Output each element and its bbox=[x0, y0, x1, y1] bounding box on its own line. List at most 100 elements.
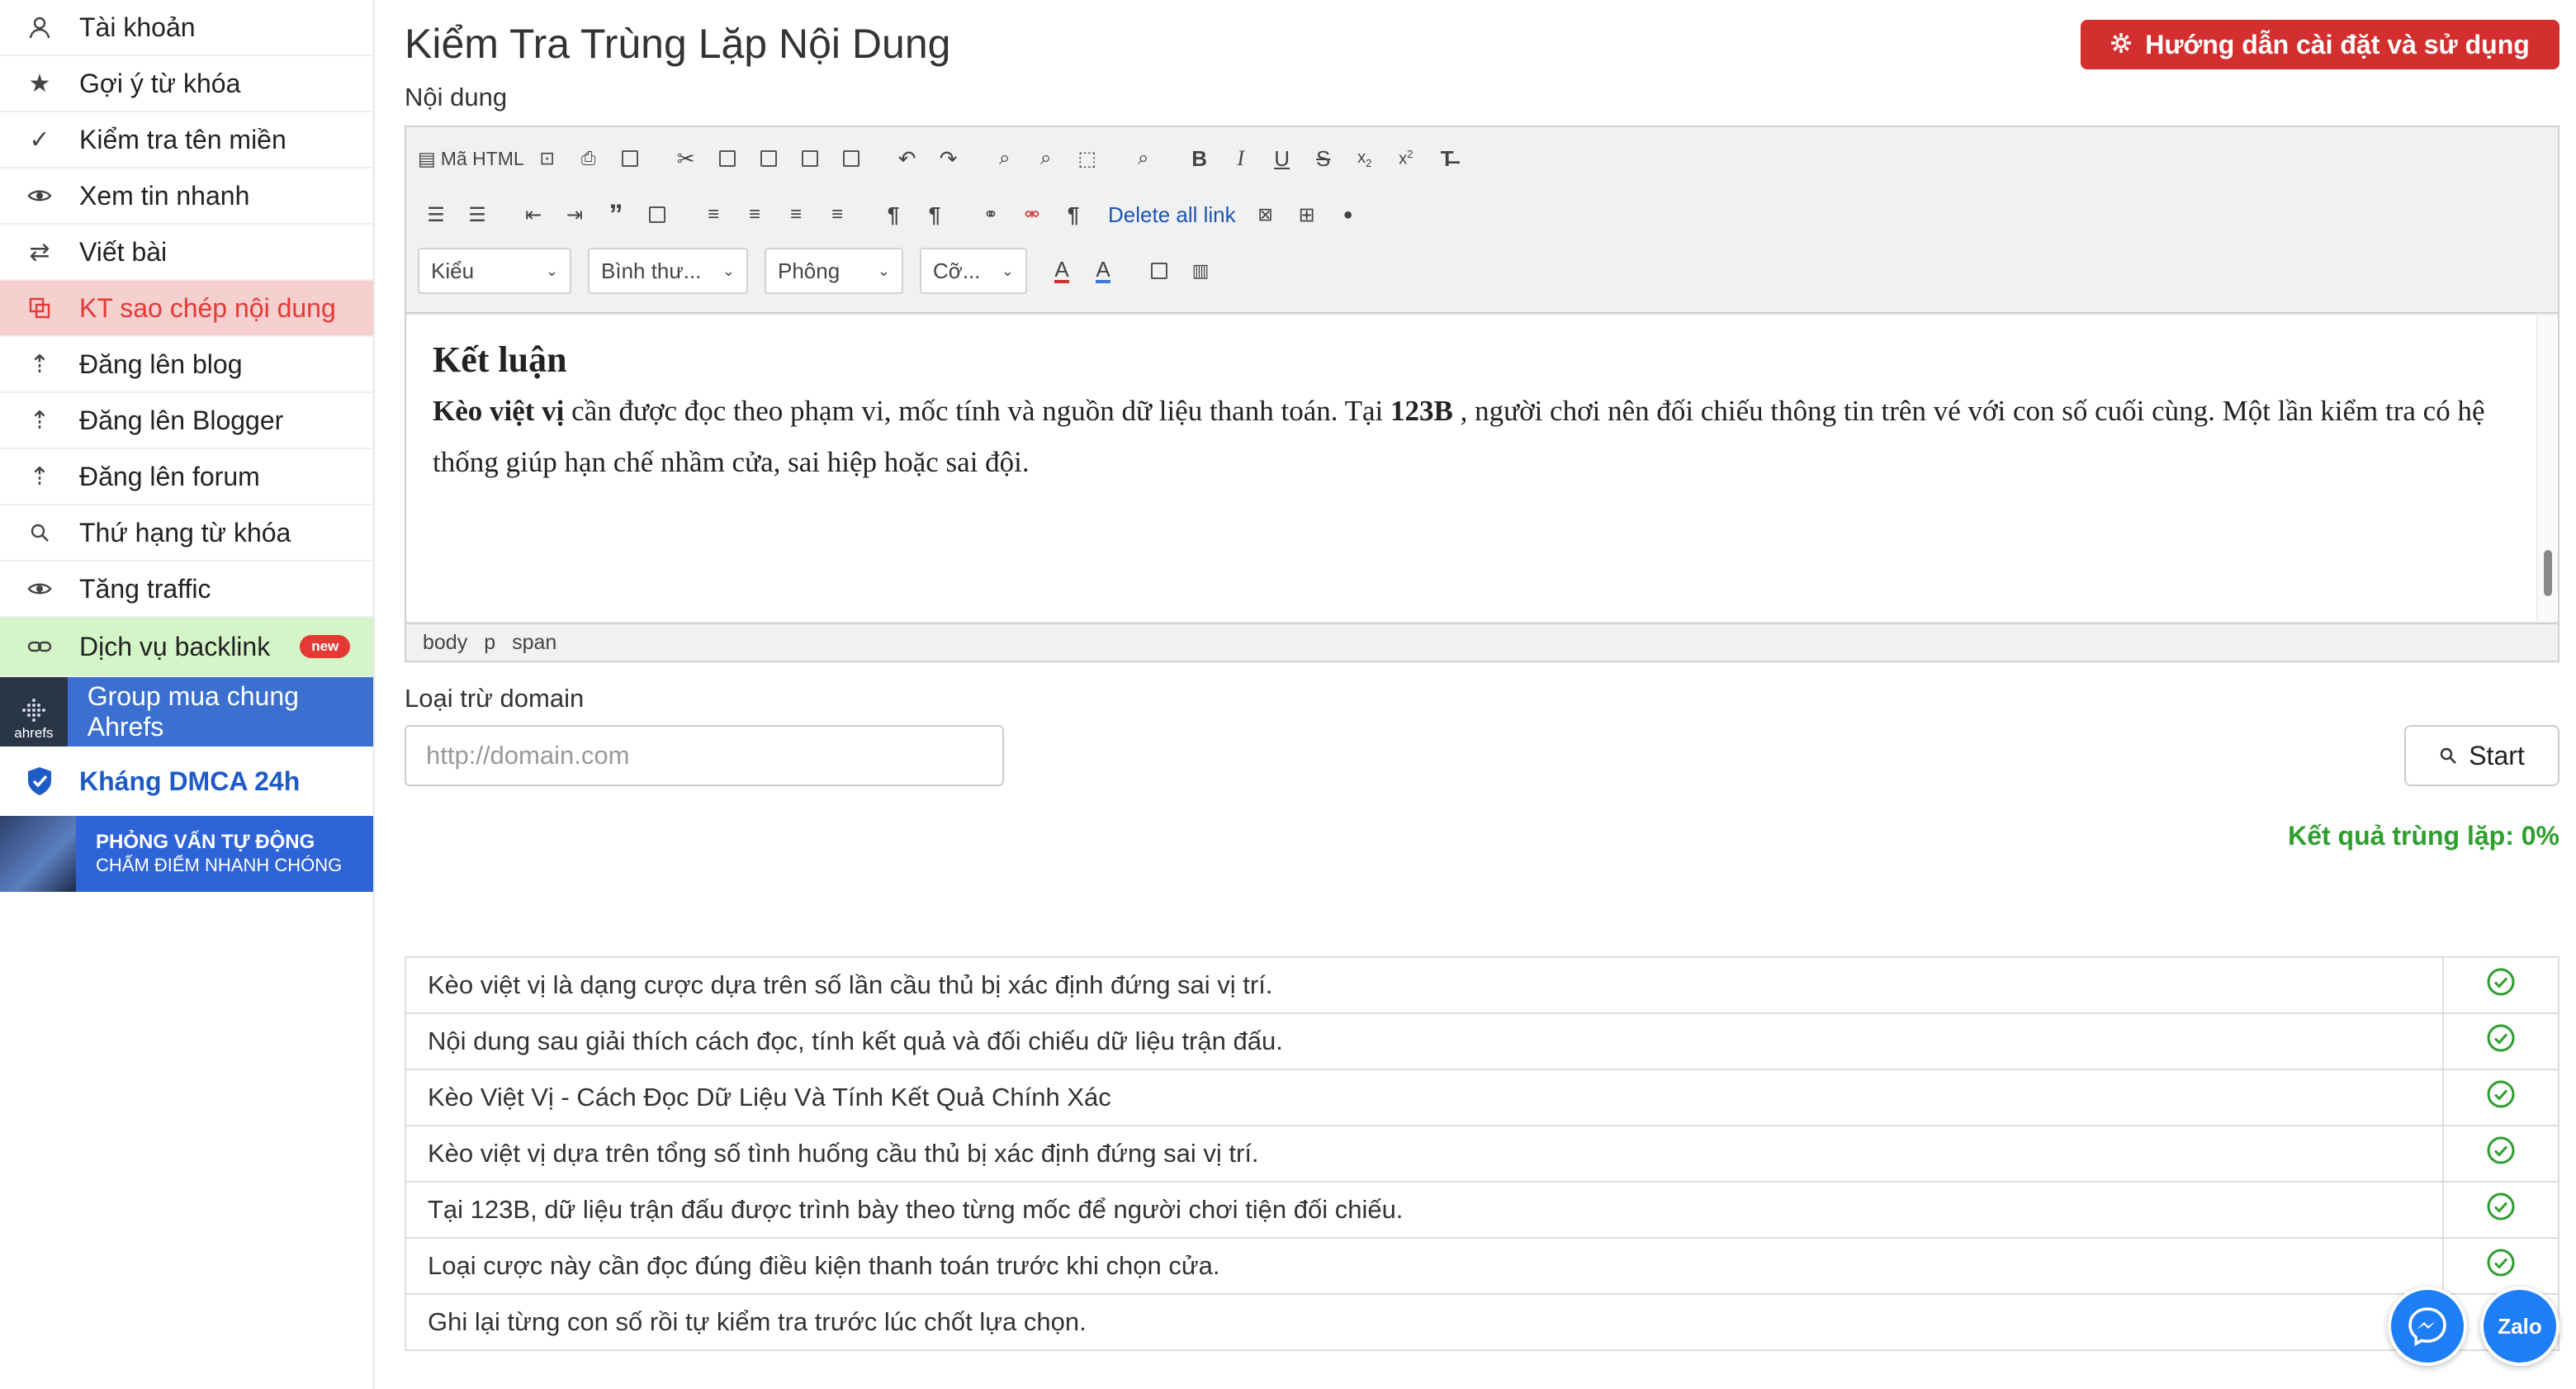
maximize-icon bbox=[1151, 263, 1167, 279]
ltr-button[interactable]: ¶ bbox=[875, 197, 912, 233]
div-button[interactable] bbox=[639, 197, 675, 233]
format-select[interactable]: Bình thư... ⌄ bbox=[588, 248, 748, 294]
preview-button[interactable]: ⊡ bbox=[529, 140, 566, 177]
path-span[interactable]: span bbox=[512, 631, 556, 655]
start-button[interactable]: Start bbox=[2404, 725, 2559, 786]
align-center-button[interactable]: ≡ bbox=[736, 197, 773, 233]
sidebar-item-label: Tăng traffic bbox=[79, 573, 211, 604]
sidebar-item-domain-check[interactable]: ✓ Kiểm tra tên miền bbox=[0, 112, 373, 168]
sidebar-item-post-blogger[interactable]: ⇡ Đăng lên Blogger bbox=[0, 393, 373, 449]
exclude-domain-input[interactable] bbox=[405, 725, 1004, 786]
text-color-button[interactable]: A bbox=[1044, 253, 1080, 289]
align-left-button[interactable]: ≡ bbox=[695, 197, 732, 233]
outdent-button[interactable]: ⇤ bbox=[515, 197, 552, 233]
anchor-button[interactable]: ¶ bbox=[1055, 197, 1091, 233]
table-button[interactable]: ⊞ bbox=[1289, 197, 1325, 233]
template-button[interactable] bbox=[612, 140, 648, 177]
copy-button[interactable] bbox=[709, 140, 746, 177]
link-button[interactable]: ⚭ bbox=[973, 197, 1009, 233]
bold-button[interactable]: B bbox=[1181, 140, 1218, 177]
print-button[interactable]: ⎙ bbox=[571, 140, 607, 177]
strike-button[interactable]: S bbox=[1305, 140, 1342, 177]
style-select[interactable]: Kiểu ⌄ bbox=[418, 248, 571, 294]
spellcheck-button[interactable]: ⌕ bbox=[1125, 140, 1162, 177]
sidebar-item-label: Kiểm tra tên miền bbox=[79, 124, 286, 154]
scrollbar-thumb[interactable] bbox=[2544, 550, 2552, 596]
sidebar-item-copy-check[interactable]: KT sao chép nội dung bbox=[0, 281, 373, 337]
superscript-button[interactable]: x2 bbox=[1388, 140, 1424, 177]
editor-content-area[interactable]: Kết luận Kèo việt vị cần được đọc theo p… bbox=[406, 315, 2558, 621]
unlink-icon: ⚮ bbox=[1024, 204, 1040, 225]
user-icon bbox=[0, 16, 79, 39]
paste-word-button[interactable] bbox=[833, 140, 869, 177]
magnifier-icon: ⌕ bbox=[1137, 147, 1149, 169]
font-select[interactable]: Phông ⌄ bbox=[765, 248, 903, 294]
bulleted-list-button[interactable]: ☰ bbox=[459, 197, 495, 233]
editor-bold-brand: 123B bbox=[1390, 395, 1453, 427]
check-circle-icon bbox=[2487, 1080, 2515, 1108]
paste-text-button[interactable] bbox=[792, 140, 828, 177]
show-blocks-button[interactable]: ▥ bbox=[1182, 253, 1219, 289]
path-p[interactable]: p bbox=[484, 631, 495, 655]
special-char-button[interactable]: ● bbox=[1330, 197, 1366, 233]
paste-text-icon bbox=[801, 150, 818, 167]
indent-button[interactable]: ⇥ bbox=[556, 197, 593, 233]
undo-icon: ↶ bbox=[897, 145, 916, 171]
cut-button[interactable]: ✂ bbox=[668, 140, 704, 177]
guide-button[interactable]: Hướng dẫn cài đặt và sử dụng bbox=[2081, 20, 2559, 69]
paste-button[interactable] bbox=[751, 140, 787, 177]
redo-button[interactable]: ↷ bbox=[930, 140, 967, 177]
zalo-button[interactable]: Zalo bbox=[2480, 1287, 2559, 1366]
copy-icon bbox=[718, 150, 736, 167]
div-container-icon bbox=[649, 206, 665, 223]
result-status-cell bbox=[2442, 1181, 2559, 1239]
rtl-button[interactable]: ¶ bbox=[916, 197, 953, 233]
editor-scrollbar[interactable] bbox=[2536, 315, 2558, 621]
sidebar-item-post-blog[interactable]: ⇡ Đăng lên blog bbox=[0, 337, 373, 393]
result-status-cell bbox=[2442, 1237, 2559, 1295]
size-select[interactable]: Cỡ... ⌄ bbox=[920, 248, 1027, 294]
sidebar-item-account[interactable]: Tài khoản bbox=[0, 0, 373, 56]
bg-color-button[interactable]: A bbox=[1085, 253, 1121, 289]
subscript-button[interactable]: x2 bbox=[1347, 140, 1383, 177]
zalo-label: Zalo bbox=[2498, 1313, 2542, 1339]
path-body[interactable]: body bbox=[423, 631, 467, 655]
blockquote-button[interactable]: ” bbox=[598, 197, 634, 233]
editor-text: cần được đọc theo phạm vi, mốc tính và n… bbox=[564, 395, 1390, 427]
sidebar-item-keyword-suggest[interactable]: ★ Gợi ý từ khóa bbox=[0, 56, 373, 112]
unlink-button[interactable]: ⚮ bbox=[1014, 197, 1050, 233]
italic-button[interactable]: I bbox=[1223, 140, 1259, 177]
sidebar-item-label: Dịch vụ backlink bbox=[79, 631, 271, 661]
replace-button[interactable]: ⌕ bbox=[1028, 140, 1064, 177]
sidebar-item-quick-news[interactable]: Xem tin nhanh bbox=[0, 168, 373, 225]
image-icon: ⊠ bbox=[1257, 204, 1273, 225]
dmca-link[interactable]: Kháng DMCA 24h bbox=[0, 747, 373, 816]
clear-format-icon: T̶ bbox=[1440, 145, 1454, 171]
sidebar-item-label: Viết bài bbox=[79, 236, 168, 267]
select-all-button[interactable]: ⬚ bbox=[1069, 140, 1106, 177]
upload-icon: ⇡ bbox=[29, 406, 50, 434]
undo-button[interactable]: ↶ bbox=[889, 140, 926, 177]
sidebar-item-keyword-rank[interactable]: Thứ hạng từ khóa bbox=[0, 505, 373, 562]
anchor-paragraph-icon: ¶ bbox=[1067, 201, 1080, 227]
find-button[interactable]: ⌕ bbox=[987, 140, 1023, 177]
remove-format-button[interactable]: T̶ bbox=[1429, 140, 1466, 177]
ahrefs-group-banner[interactable]: ahrefs Group mua chung Ahrefs bbox=[0, 677, 373, 747]
underline-button[interactable]: U bbox=[1264, 140, 1300, 177]
image-button[interactable]: ⊠ bbox=[1248, 197, 1284, 233]
result-sentence: Kèo Việt Vị - Cách Đọc Dữ Liệu Và Tính K… bbox=[405, 1069, 2444, 1126]
interview-banner[interactable]: PHỎNG VẤN TỰ ĐỘNG CHẤM ĐIỂM NHANH CHÓNG bbox=[0, 816, 373, 892]
source-html-button[interactable]: ▤ Mã HTML bbox=[418, 140, 524, 177]
sidebar-item-post-forum[interactable]: ⇡ Đăng lên forum bbox=[0, 449, 373, 505]
superscript-icon: x2 bbox=[1399, 148, 1413, 168]
sidebar-item-backlink[interactable]: Dịch vụ backlink new bbox=[0, 618, 373, 677]
delete-all-links-button[interactable]: Delete all link bbox=[1108, 202, 1236, 228]
result-sentence: Nội dung sau giải thích cách đọc, tính k… bbox=[405, 1012, 2444, 1070]
justify-button[interactable]: ≡ bbox=[819, 197, 855, 233]
numbered-list-button[interactable]: ☰ bbox=[418, 197, 454, 233]
align-right-button[interactable]: ≡ bbox=[778, 197, 814, 233]
messenger-button[interactable] bbox=[2388, 1287, 2467, 1366]
sidebar-item-traffic[interactable]: Tăng traffic bbox=[0, 562, 373, 618]
sidebar-item-write[interactable]: ⇄ Viết bài bbox=[0, 225, 373, 281]
maximize-button[interactable] bbox=[1141, 253, 1177, 289]
